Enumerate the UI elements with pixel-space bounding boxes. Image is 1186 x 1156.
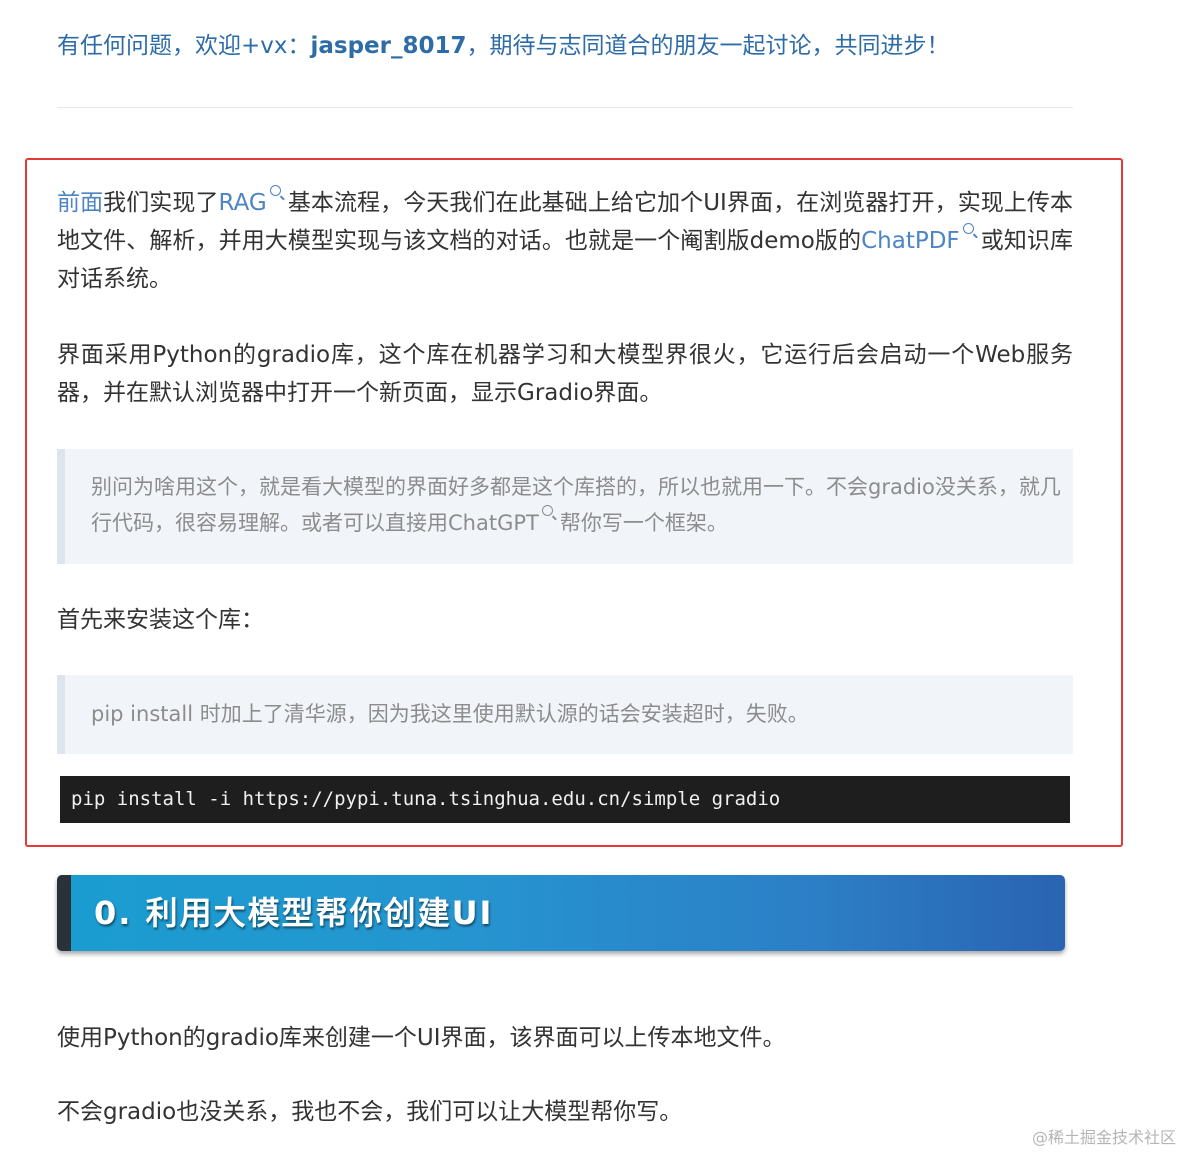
contact-line: 有任何问题，欢迎+vx：jasper_8017，期待与志同道合的朋友一起讨论，共… bbox=[57, 26, 1137, 66]
section-paragraph-1: 使用Python的gradio库来创建一个UI界面，该界面可以上传本地文件。 bbox=[57, 1025, 786, 1051]
section-heading: 0. 利用大模型帮你创建UI bbox=[57, 875, 1065, 951]
rag-search-link[interactable]: RAG bbox=[219, 190, 267, 216]
intro-paragraph-1: 前面我们实现了RAG 基本流程，今天我们在此基础上给它加个UI界面，在浏览器打开，… bbox=[57, 184, 1073, 298]
intro-text-1: 我们实现了 bbox=[103, 190, 219, 216]
blockquote-install-note: pip install 时加上了清华源，因为我这里使用默认源的话会安装超时，失败… bbox=[57, 675, 1073, 754]
chatpdf-search-link[interactable]: ChatPDF bbox=[861, 228, 960, 254]
divider bbox=[57, 107, 1073, 108]
contact-wechat-id: jasper_8017 bbox=[310, 33, 467, 59]
contact-prefix: 有任何问题，欢迎+vx： bbox=[57, 33, 311, 59]
section-heading-text: 0. 利用大模型帮你创建UI bbox=[94, 894, 494, 932]
code-block[interactable]: pip install -i https://pypi.tuna.tsinghu… bbox=[60, 776, 1070, 823]
search-icon[interactable] bbox=[269, 185, 281, 196]
heading-accent-bar bbox=[57, 875, 71, 951]
search-icon[interactable] bbox=[962, 223, 974, 234]
search-icon[interactable] bbox=[541, 505, 553, 516]
blockquote-note: 别问为啥用这个，就是看大模型的界面好多都是这个库搭的，所以也就用一下。不会gra… bbox=[57, 449, 1073, 564]
previous-article-link[interactable]: 前面 bbox=[57, 190, 103, 216]
chatgpt-search-link[interactable]: ChatGPT bbox=[448, 511, 539, 535]
section-paragraph-2: 不会gradio也没关系，我也不会，我们可以让大模型帮你写。 bbox=[57, 1099, 683, 1125]
install-label: 首先来安装这个库： bbox=[57, 607, 264, 633]
quote-text-2: 帮你写一个框架。 bbox=[559, 511, 728, 535]
watermark: @稀土掘金技术社区 bbox=[1031, 1128, 1176, 1147]
intro-paragraph-2: 界面采用Python的gradio库，这个库在机器学习和大模型界很火，它运行后会… bbox=[57, 342, 1073, 406]
contact-suffix: ，期待与志同道合的朋友一起讨论，共同进步！ bbox=[466, 33, 950, 59]
